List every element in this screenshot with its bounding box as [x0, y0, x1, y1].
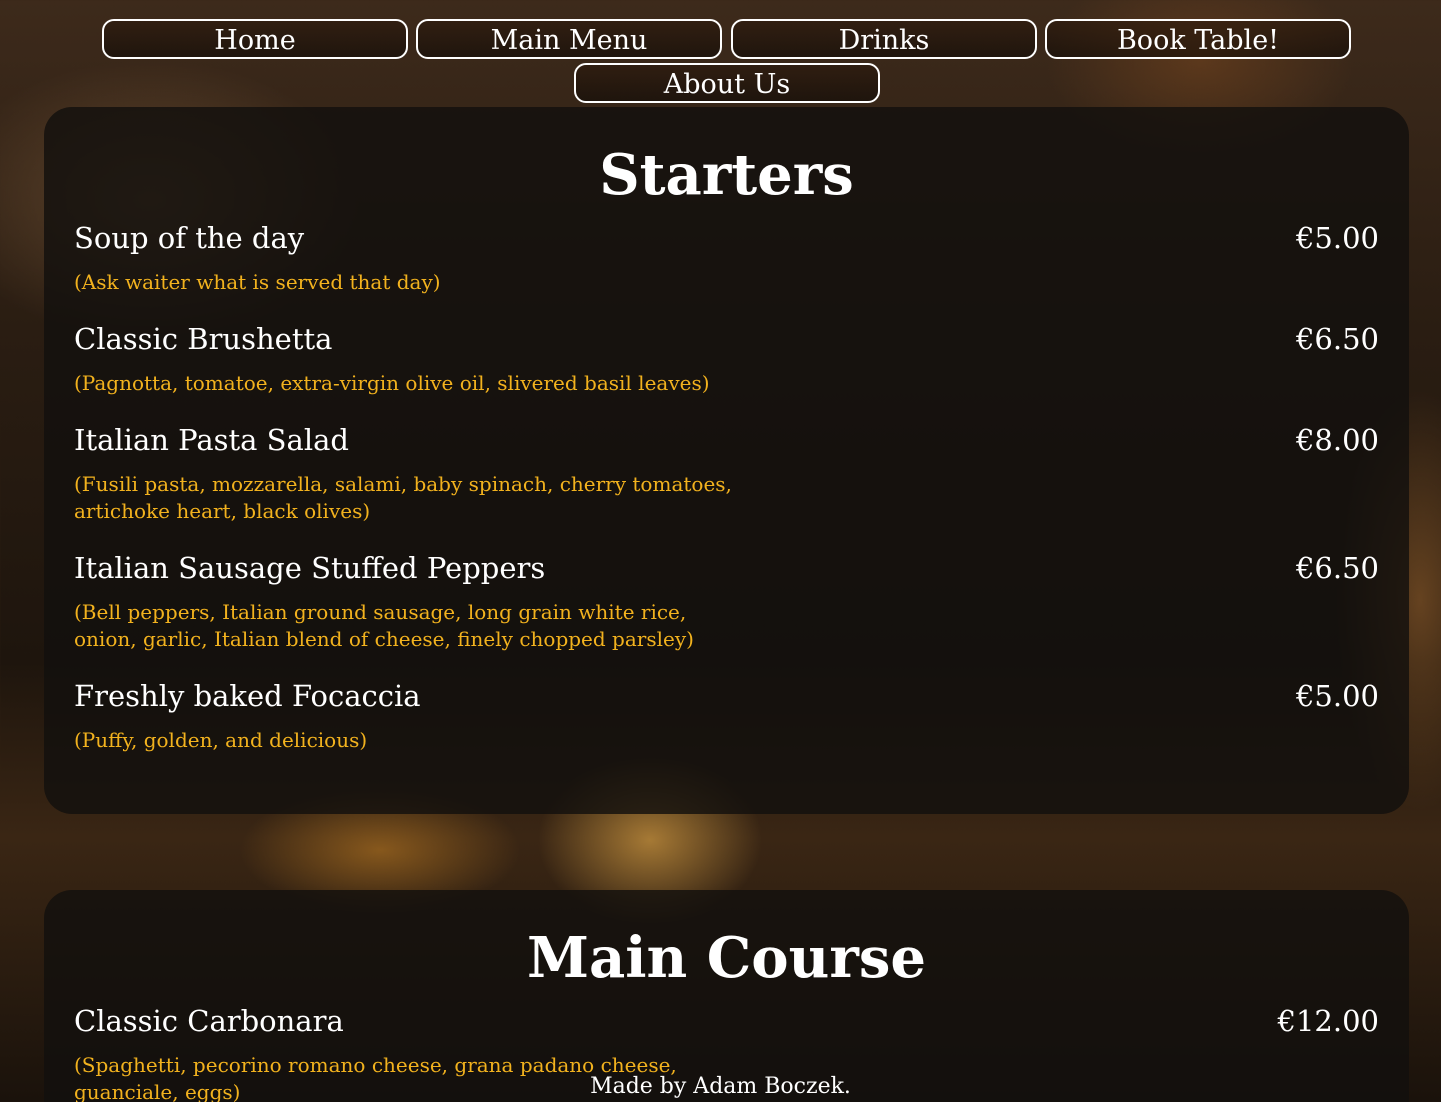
- menu-item-price: €5.00: [1295, 679, 1379, 713]
- menu-item-row: Freshly baked Focaccia €5.00: [74, 679, 1379, 713]
- menu-item-row: Italian Sausage Stuffed Peppers €6.50: [74, 551, 1379, 585]
- starters-title: Starters: [599, 142, 854, 208]
- footer-credit: Made by Adam Boczek.: [590, 1074, 851, 1099]
- menu-item-price: €12.00: [1277, 1004, 1379, 1038]
- menu-item: Italian Pasta Salad €8.00 (Fusili pasta,…: [74, 423, 1379, 525]
- menu-item: Italian Sausage Stuffed Peppers €6.50 (B…: [74, 551, 1379, 653]
- nav-drinks-button[interactable]: Drinks: [731, 19, 1037, 59]
- menu-item-name: Freshly baked Focaccia: [74, 679, 421, 713]
- menu-item-description: (Bell peppers, Italian ground sausage, l…: [74, 600, 694, 651]
- nav-book-table-button[interactable]: Book Table!: [1045, 19, 1351, 59]
- nav-about-us-button[interactable]: About Us: [574, 63, 880, 103]
- menu-item-price: €6.50: [1295, 322, 1379, 356]
- menu-item-row: Classic Brushetta €6.50: [74, 322, 1379, 356]
- nav-main-menu-button[interactable]: Main Menu: [416, 19, 722, 59]
- menu-item-name: Italian Pasta Salad: [74, 423, 349, 457]
- menu-item-name: Soup of the day: [74, 221, 305, 255]
- main-course-title: Main Course: [526, 925, 927, 991]
- main-course-section: Main Course Classic Carbonara €12.00 (Sp…: [44, 890, 1409, 1102]
- menu-item-row: Classic Carbonara €12.00: [74, 1004, 1379, 1038]
- menu-item-description: (Puffy, golden, and delicious): [74, 728, 368, 752]
- starters-section: Starters Soup of the day €5.00 (Ask wait…: [44, 107, 1409, 814]
- top-navigation: Home Main Menu Drinks Book Table! About …: [0, 0, 1441, 108]
- menu-item: Freshly baked Focaccia €5.00 (Puffy, gol…: [74, 679, 1379, 754]
- menu-item-price: €5.00: [1295, 221, 1379, 255]
- nav-home-button[interactable]: Home: [102, 19, 408, 59]
- menu-item-description: (Fusili pasta, mozzarella, salami, baby …: [74, 472, 732, 523]
- menu-item-row: Soup of the day €5.00: [74, 221, 1379, 255]
- menu-item: Classic Brushetta €6.50 (Pagnotta, tomat…: [74, 322, 1379, 397]
- menu-item-row: Italian Pasta Salad €8.00: [74, 423, 1379, 457]
- menu-item-description: (Ask waiter what is served that day): [74, 270, 441, 294]
- menu-item: Soup of the day €5.00 (Ask waiter what i…: [74, 221, 1379, 296]
- menu-item-name: Italian Sausage Stuffed Peppers: [74, 551, 546, 585]
- menu-item-price: €8.00: [1295, 423, 1379, 457]
- menu-item-name: Classic Brushetta: [74, 322, 333, 356]
- menu-item-description: (Pagnotta, tomatoe, extra-virgin olive o…: [74, 371, 710, 395]
- menu-item-name: Classic Carbonara: [74, 1004, 344, 1038]
- menu-item-price: €6.50: [1295, 551, 1379, 585]
